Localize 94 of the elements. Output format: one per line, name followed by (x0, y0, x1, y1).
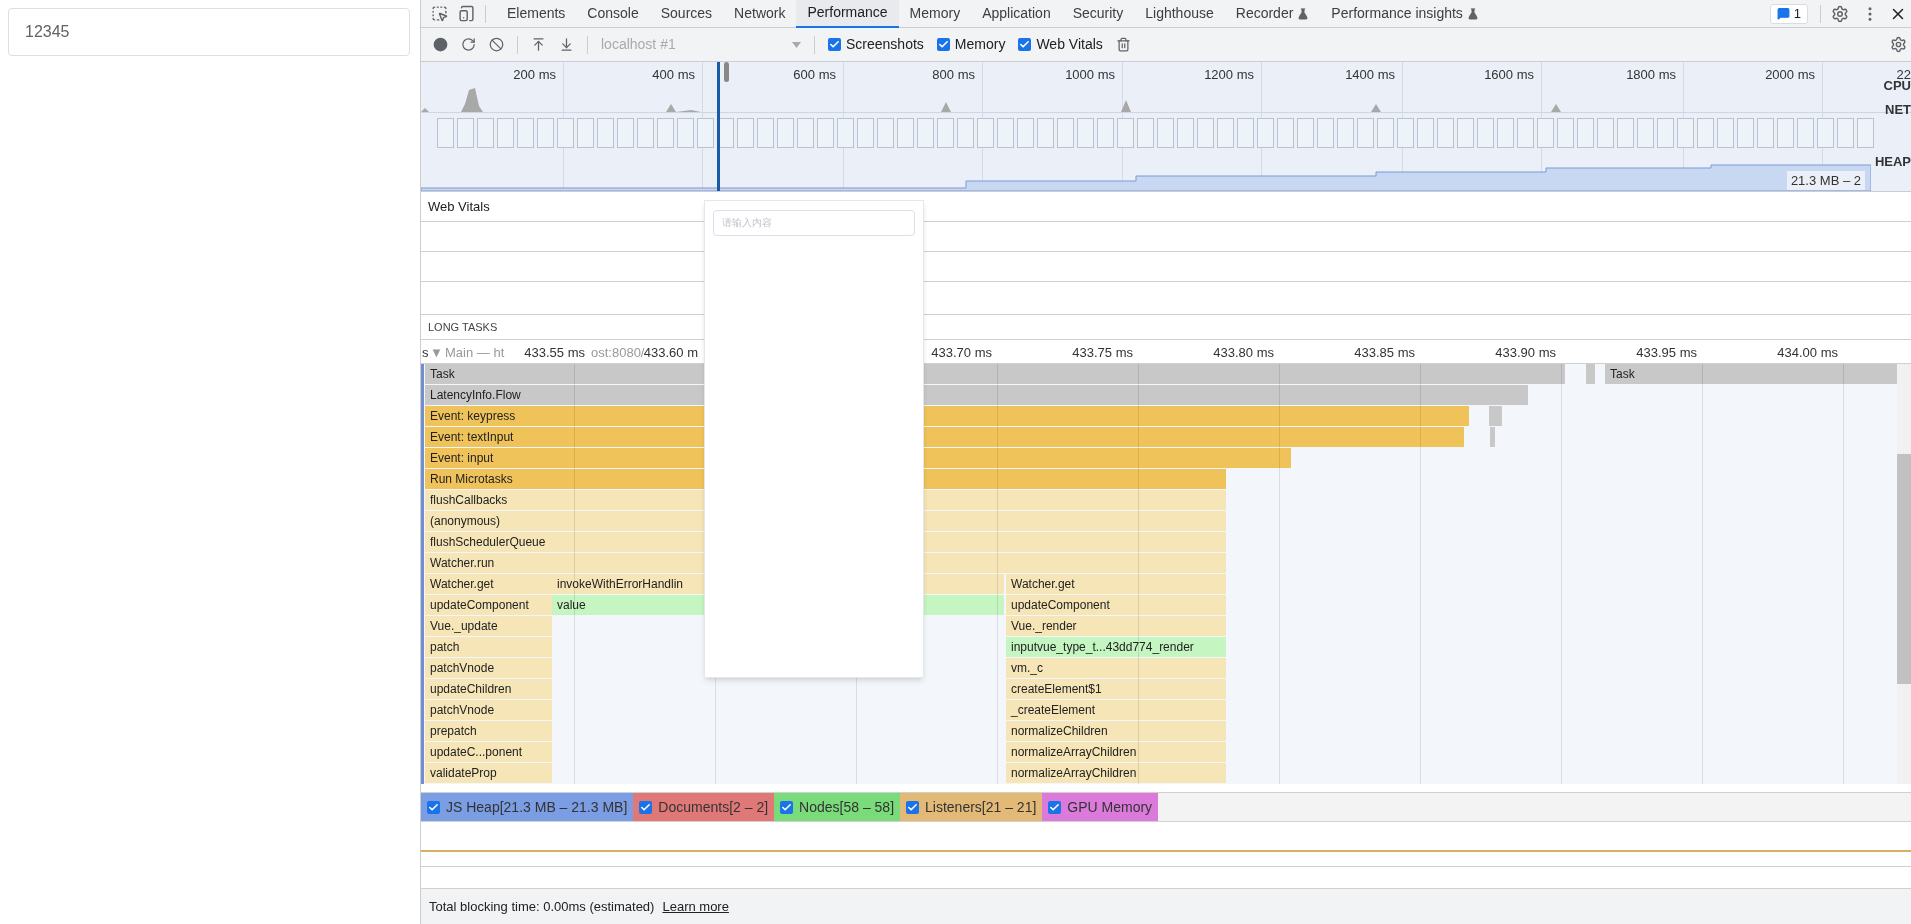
settings-icon[interactable] (1831, 4, 1849, 23)
checkbox[interactable] (1018, 38, 1032, 51)
time-label: 2000 ms (1765, 66, 1815, 84)
flame-bar[interactable]: Watcher.get (425, 574, 552, 594)
time-label: 400 ms (652, 66, 695, 84)
panel-tab[interactable]: Elements (496, 0, 577, 28)
checkbox[interactable] (639, 800, 653, 814)
panel-tab[interactable]: Sources (649, 0, 724, 28)
checkbox[interactable] (427, 800, 440, 814)
counter-chip[interactable]: Documents[2 – 2] (633, 793, 775, 821)
counter-chip[interactable]: JS Heap[21.3 MB – 21.3 MB] (421, 793, 634, 821)
ruler-time-label: 433.90 ms (1495, 344, 1556, 362)
panel-tab[interactable]: Performance insights (1320, 0, 1490, 28)
track-label: HEAP (1874, 153, 1911, 171)
panel-tab[interactable]: Recorder (1224, 0, 1321, 28)
flame-bar[interactable]: normalizeChildren (1006, 721, 1226, 741)
counter-chip[interactable]: Listeners[21 – 21] (900, 793, 1043, 821)
counter-chip[interactable]: GPU Memory (1042, 793, 1159, 821)
flame-bar[interactable]: prepatch (425, 721, 552, 741)
checkbox-label: Memory (954, 35, 1006, 54)
track-label: ost:8080/ (591, 344, 645, 362)
panel-tab[interactable]: Lighthouse (1134, 0, 1225, 28)
scrollbar[interactable] (1897, 364, 1911, 784)
panel-tab[interactable]: Performance (796, 0, 899, 28)
device-toolbar-icon[interactable] (458, 5, 475, 22)
checkbox[interactable] (780, 800, 794, 814)
time-label: 1800 ms (1626, 66, 1676, 84)
flame-bar[interactable]: vm._c (1006, 658, 1226, 678)
panel-tab[interactable]: Memory (898, 0, 972, 28)
ruler-time-label: 433.95 ms (1636, 344, 1697, 362)
ruler-time-label: 434.00 ms (1777, 344, 1838, 362)
clear-icon[interactable] (489, 37, 504, 52)
message-icon (1776, 7, 1790, 20)
flame-bar[interactable]: updateC...ponent (425, 742, 552, 762)
ruler-time-label: 433.75 ms (1072, 344, 1133, 362)
flame-bar[interactable]: _createElement (1006, 700, 1226, 720)
footer-text: Total blocking time: 0.00ms (estimated) (429, 897, 655, 916)
section-title: Web Vitals (428, 197, 490, 216)
flame-bar[interactable]: Task (1605, 364, 1898, 384)
checkbox[interactable] (828, 38, 841, 51)
download-icon[interactable] (559, 37, 574, 52)
flame-bar[interactable]: Watcher.get (1006, 574, 1226, 594)
flame-bar[interactable]: patchVnode (425, 700, 552, 720)
checkbox[interactable] (1048, 800, 1062, 814)
ruler-time-label: 433.70 ms (931, 344, 992, 362)
panel-tab[interactable]: Network (723, 0, 797, 28)
time-label: 1600 ms (1484, 66, 1534, 84)
counter-chip[interactable]: Nodes[58 – 58] (774, 793, 901, 821)
flame-bar[interactable]: validateProp (425, 763, 552, 783)
flame-bar[interactable]: updateChildren (425, 679, 552, 699)
track-label: s (422, 344, 429, 362)
ruler-time-label: 433.60 m (643, 344, 698, 362)
panel-tab[interactable]: Console (576, 0, 650, 28)
issues-count: 1 (1793, 4, 1801, 23)
flame-bar[interactable]: normalizeArrayChildren (1006, 742, 1226, 762)
time-label: 800 ms (932, 66, 975, 84)
reload-icon[interactable] (461, 37, 476, 52)
ruler-time-label: 433.85 ms (1354, 344, 1415, 362)
flame-bar[interactable]: updateComponent (1006, 595, 1226, 615)
panel-tab[interactable]: Application (971, 0, 1062, 28)
track-label: Main — ht (445, 344, 505, 362)
flame-bar[interactable]: Vue._render (1006, 616, 1226, 636)
upload-icon[interactable] (531, 37, 546, 52)
ruler-time-label: 433.80 ms (1213, 344, 1274, 362)
learn-more-link[interactable]: Learn more (662, 896, 729, 917)
section-title: LONG TASKS (428, 319, 498, 335)
flame-bar[interactable]: createElement$1 (1006, 679, 1226, 699)
flame-bar[interactable]: patchVnode (425, 658, 552, 678)
track-label: NET (1885, 101, 1911, 119)
panel-tab[interactable]: Security (1061, 0, 1135, 28)
time-label: 1000 ms (1065, 66, 1115, 84)
time-label: 200 ms (513, 66, 556, 84)
flame-bar[interactable]: normalizeArrayChildren (1006, 763, 1226, 783)
checkbox[interactable] (936, 38, 950, 51)
flame-bar[interactable]: Vue._update (425, 616, 552, 636)
timeline-overview[interactable]: 200 ms 400 ms 600 ms 800 ms 1000 ms 1200 ms 1400 ms 1600 ms 1800 ms 2000 ms 22 CPU NET HEAP 21.3 MB – 2 (421, 62, 1911, 192)
checkbox[interactable] (906, 800, 920, 814)
checkbox-label: Screenshots (846, 35, 924, 54)
flame-bar[interactable]: inputvue_type_t...43dd774_render (1006, 637, 1226, 657)
time-label: 600 ms (793, 66, 836, 84)
checkbox-label: Web Vitals (1036, 35, 1103, 54)
time-label: 1400 ms (1345, 66, 1395, 84)
dropdown-caret-icon (792, 41, 801, 48)
ruler-time-label: 433.55 ms (524, 344, 585, 362)
trash-icon[interactable] (1115, 37, 1131, 52)
flame-bar[interactable]: updateComponent (425, 595, 552, 615)
record-icon[interactable] (433, 37, 448, 52)
issues-badge[interactable]: 1 (1769, 3, 1808, 24)
inspect-icon[interactable] (431, 5, 448, 22)
text-input[interactable]: 12345 (8, 8, 410, 56)
settings-icon[interactable] (1890, 36, 1907, 53)
time-label: 1200 ms (1204, 66, 1254, 84)
range-handle[interactable] (724, 62, 729, 82)
flame-bar[interactable]: patch (425, 637, 552, 657)
